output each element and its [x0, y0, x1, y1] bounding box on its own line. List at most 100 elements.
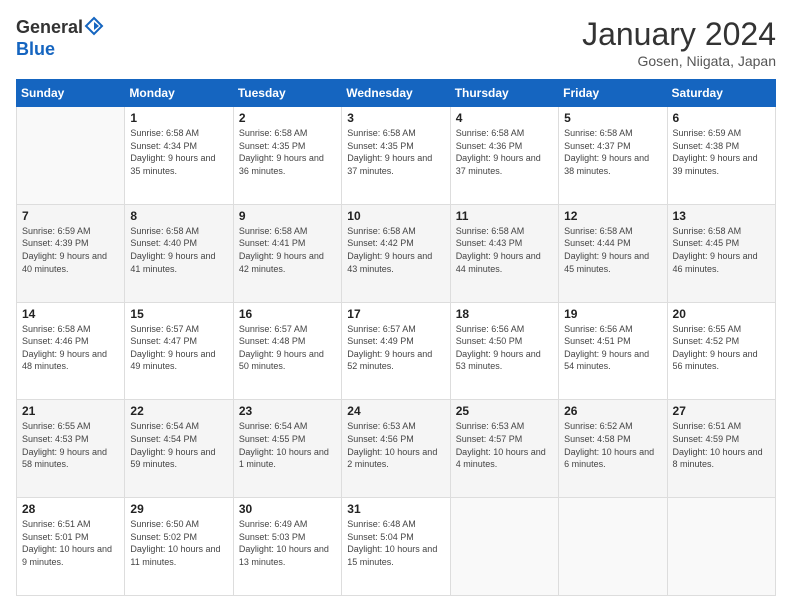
day-info: Sunrise: 6:58 AMSunset: 4:34 PMDaylight:…	[130, 127, 227, 177]
day-number: 12	[564, 209, 661, 223]
calendar-cell: 5 Sunrise: 6:58 AMSunset: 4:37 PMDaylight…	[559, 107, 667, 205]
calendar-cell: 17 Sunrise: 6:57 AMSunset: 4:49 PMDayligh…	[342, 302, 450, 400]
day-number: 16	[239, 307, 336, 321]
day-info: Sunrise: 6:55 AMSunset: 4:53 PMDaylight:…	[22, 420, 119, 470]
logo-blue-text: Blue	[16, 39, 55, 59]
day-info: Sunrise: 6:58 AMSunset: 4:41 PMDaylight:…	[239, 225, 336, 275]
day-number: 19	[564, 307, 661, 321]
day-info: Sunrise: 6:51 AMSunset: 4:59 PMDaylight:…	[673, 420, 770, 470]
calendar-cell	[667, 498, 775, 596]
day-number: 13	[673, 209, 770, 223]
logo: General Blue	[16, 16, 105, 60]
day-number: 25	[456, 404, 553, 418]
calendar-cell: 19 Sunrise: 6:56 AMSunset: 4:51 PMDayligh…	[559, 302, 667, 400]
calendar-cell: 27 Sunrise: 6:51 AMSunset: 4:59 PMDayligh…	[667, 400, 775, 498]
calendar-cell: 24 Sunrise: 6:53 AMSunset: 4:56 PMDayligh…	[342, 400, 450, 498]
day-info: Sunrise: 6:58 AMSunset: 4:36 PMDaylight:…	[456, 127, 553, 177]
day-info: Sunrise: 6:57 AMSunset: 4:47 PMDaylight:…	[130, 323, 227, 373]
calendar-cell: 10 Sunrise: 6:58 AMSunset: 4:42 PMDayligh…	[342, 204, 450, 302]
day-number: 30	[239, 502, 336, 516]
calendar-cell: 3 Sunrise: 6:58 AMSunset: 4:35 PMDaylight…	[342, 107, 450, 205]
calendar-cell: 6 Sunrise: 6:59 AMSunset: 4:38 PMDaylight…	[667, 107, 775, 205]
day-number: 22	[130, 404, 227, 418]
day-info: Sunrise: 6:56 AMSunset: 4:50 PMDaylight:…	[456, 323, 553, 373]
day-number: 11	[456, 209, 553, 223]
calendar-cell: 7Sunrise: 6:59 AMSunset: 4:39 PMDaylight…	[17, 204, 125, 302]
day-info: Sunrise: 6:58 AMSunset: 4:35 PMDaylight:…	[239, 127, 336, 177]
day-number: 21	[22, 404, 119, 418]
day-number: 20	[673, 307, 770, 321]
day-number: 10	[347, 209, 444, 223]
logo-general-text: General	[16, 17, 83, 37]
day-number: 3	[347, 111, 444, 125]
day-number: 17	[347, 307, 444, 321]
calendar-cell: 16 Sunrise: 6:57 AMSunset: 4:48 PMDayligh…	[233, 302, 341, 400]
day-info: Sunrise: 6:50 AMSunset: 5:02 PMDaylight:…	[130, 518, 227, 568]
day-info: Sunrise: 6:54 AMSunset: 4:55 PMDaylight:…	[239, 420, 336, 470]
day-info: Sunrise: 6:58 AMSunset: 4:37 PMDaylight:…	[564, 127, 661, 177]
day-number: 18	[456, 307, 553, 321]
day-number: 28	[22, 502, 119, 516]
day-number: 15	[130, 307, 227, 321]
day-number: 24	[347, 404, 444, 418]
calendar-cell: 30Sunrise: 6:49 AMSunset: 5:03 PMDayligh…	[233, 498, 341, 596]
calendar-cell: 13 Sunrise: 6:58 AMSunset: 4:45 PMDayligh…	[667, 204, 775, 302]
day-number: 5	[564, 111, 661, 125]
calendar: Sunday Monday Tuesday Wednesday Thursday…	[16, 79, 776, 596]
calendar-cell: 11 Sunrise: 6:58 AMSunset: 4:43 PMDayligh…	[450, 204, 558, 302]
calendar-cell: 29 Sunrise: 6:50 AMSunset: 5:02 PMDayligh…	[125, 498, 233, 596]
calendar-cell: 23Sunrise: 6:54 AMSunset: 4:55 PMDayligh…	[233, 400, 341, 498]
day-info: Sunrise: 6:52 AMSunset: 4:58 PMDaylight:…	[564, 420, 661, 470]
day-info: Sunrise: 6:53 AMSunset: 4:56 PMDaylight:…	[347, 420, 444, 470]
header-sunday: Sunday	[17, 80, 125, 107]
calendar-cell	[450, 498, 558, 596]
day-number: 31	[347, 502, 444, 516]
day-info: Sunrise: 6:48 AMSunset: 5:04 PMDaylight:…	[347, 518, 444, 568]
day-info: Sunrise: 6:53 AMSunset: 4:57 PMDaylight:…	[456, 420, 553, 470]
calendar-cell: 26 Sunrise: 6:52 AMSunset: 4:58 PMDayligh…	[559, 400, 667, 498]
month-title: January 2024	[582, 16, 776, 53]
day-info: Sunrise: 6:56 AMSunset: 4:51 PMDaylight:…	[564, 323, 661, 373]
location: Gosen, Niigata, Japan	[582, 53, 776, 69]
header-tuesday: Tuesday	[233, 80, 341, 107]
title-area: January 2024 Gosen, Niigata, Japan	[582, 16, 776, 69]
calendar-cell: 28 Sunrise: 6:51 AMSunset: 5:01 PMDayligh…	[17, 498, 125, 596]
day-number: 7	[22, 209, 119, 223]
day-number: 2	[239, 111, 336, 125]
header-saturday: Saturday	[667, 80, 775, 107]
calendar-cell: 31 Sunrise: 6:48 AMSunset: 5:04 PMDayligh…	[342, 498, 450, 596]
day-number: 27	[673, 404, 770, 418]
calendar-cell: 22 Sunrise: 6:54 AMSunset: 4:54 PMDayligh…	[125, 400, 233, 498]
day-info: Sunrise: 6:58 AMSunset: 4:46 PMDaylight:…	[22, 323, 119, 373]
day-info: Sunrise: 6:58 AMSunset: 4:44 PMDaylight:…	[564, 225, 661, 275]
calendar-cell: 2 Sunrise: 6:58 AMSunset: 4:35 PMDaylight…	[233, 107, 341, 205]
day-info: Sunrise: 6:58 AMSunset: 4:35 PMDaylight:…	[347, 127, 444, 177]
calendar-cell: 12 Sunrise: 6:58 AMSunset: 4:44 PMDayligh…	[559, 204, 667, 302]
day-info: Sunrise: 6:57 AMSunset: 4:49 PMDaylight:…	[347, 323, 444, 373]
calendar-cell: 9Sunrise: 6:58 AMSunset: 4:41 PMDaylight…	[233, 204, 341, 302]
day-info: Sunrise: 6:51 AMSunset: 5:01 PMDaylight:…	[22, 518, 119, 568]
header-thursday: Thursday	[450, 80, 558, 107]
calendar-cell: 1 Sunrise: 6:58 AMSunset: 4:34 PMDaylight…	[125, 107, 233, 205]
calendar-cell	[559, 498, 667, 596]
day-number: 4	[456, 111, 553, 125]
day-number: 29	[130, 502, 227, 516]
calendar-cell: 20Sunrise: 6:55 AMSunset: 4:52 PMDayligh…	[667, 302, 775, 400]
header-friday: Friday	[559, 80, 667, 107]
day-info: Sunrise: 6:54 AMSunset: 4:54 PMDaylight:…	[130, 420, 227, 470]
header-wednesday: Wednesday	[342, 80, 450, 107]
calendar-cell: 4 Sunrise: 6:58 AMSunset: 4:36 PMDaylight…	[450, 107, 558, 205]
day-number: 1	[130, 111, 227, 125]
day-number: 6	[673, 111, 770, 125]
weekday-header-row: Sunday Monday Tuesday Wednesday Thursday…	[17, 80, 776, 107]
day-number: 26	[564, 404, 661, 418]
day-info: Sunrise: 6:59 AMSunset: 4:38 PMDaylight:…	[673, 127, 770, 177]
day-info: Sunrise: 6:58 AMSunset: 4:43 PMDaylight:…	[456, 225, 553, 275]
day-number: 14	[22, 307, 119, 321]
day-info: Sunrise: 6:57 AMSunset: 4:48 PMDaylight:…	[239, 323, 336, 373]
calendar-cell: 14 Sunrise: 6:58 AMSunset: 4:46 PMDayligh…	[17, 302, 125, 400]
calendar-cell: 25 Sunrise: 6:53 AMSunset: 4:57 PMDayligh…	[450, 400, 558, 498]
header-monday: Monday	[125, 80, 233, 107]
day-info: Sunrise: 6:58 AMSunset: 4:45 PMDaylight:…	[673, 225, 770, 275]
day-info: Sunrise: 6:58 AMSunset: 4:42 PMDaylight:…	[347, 225, 444, 275]
